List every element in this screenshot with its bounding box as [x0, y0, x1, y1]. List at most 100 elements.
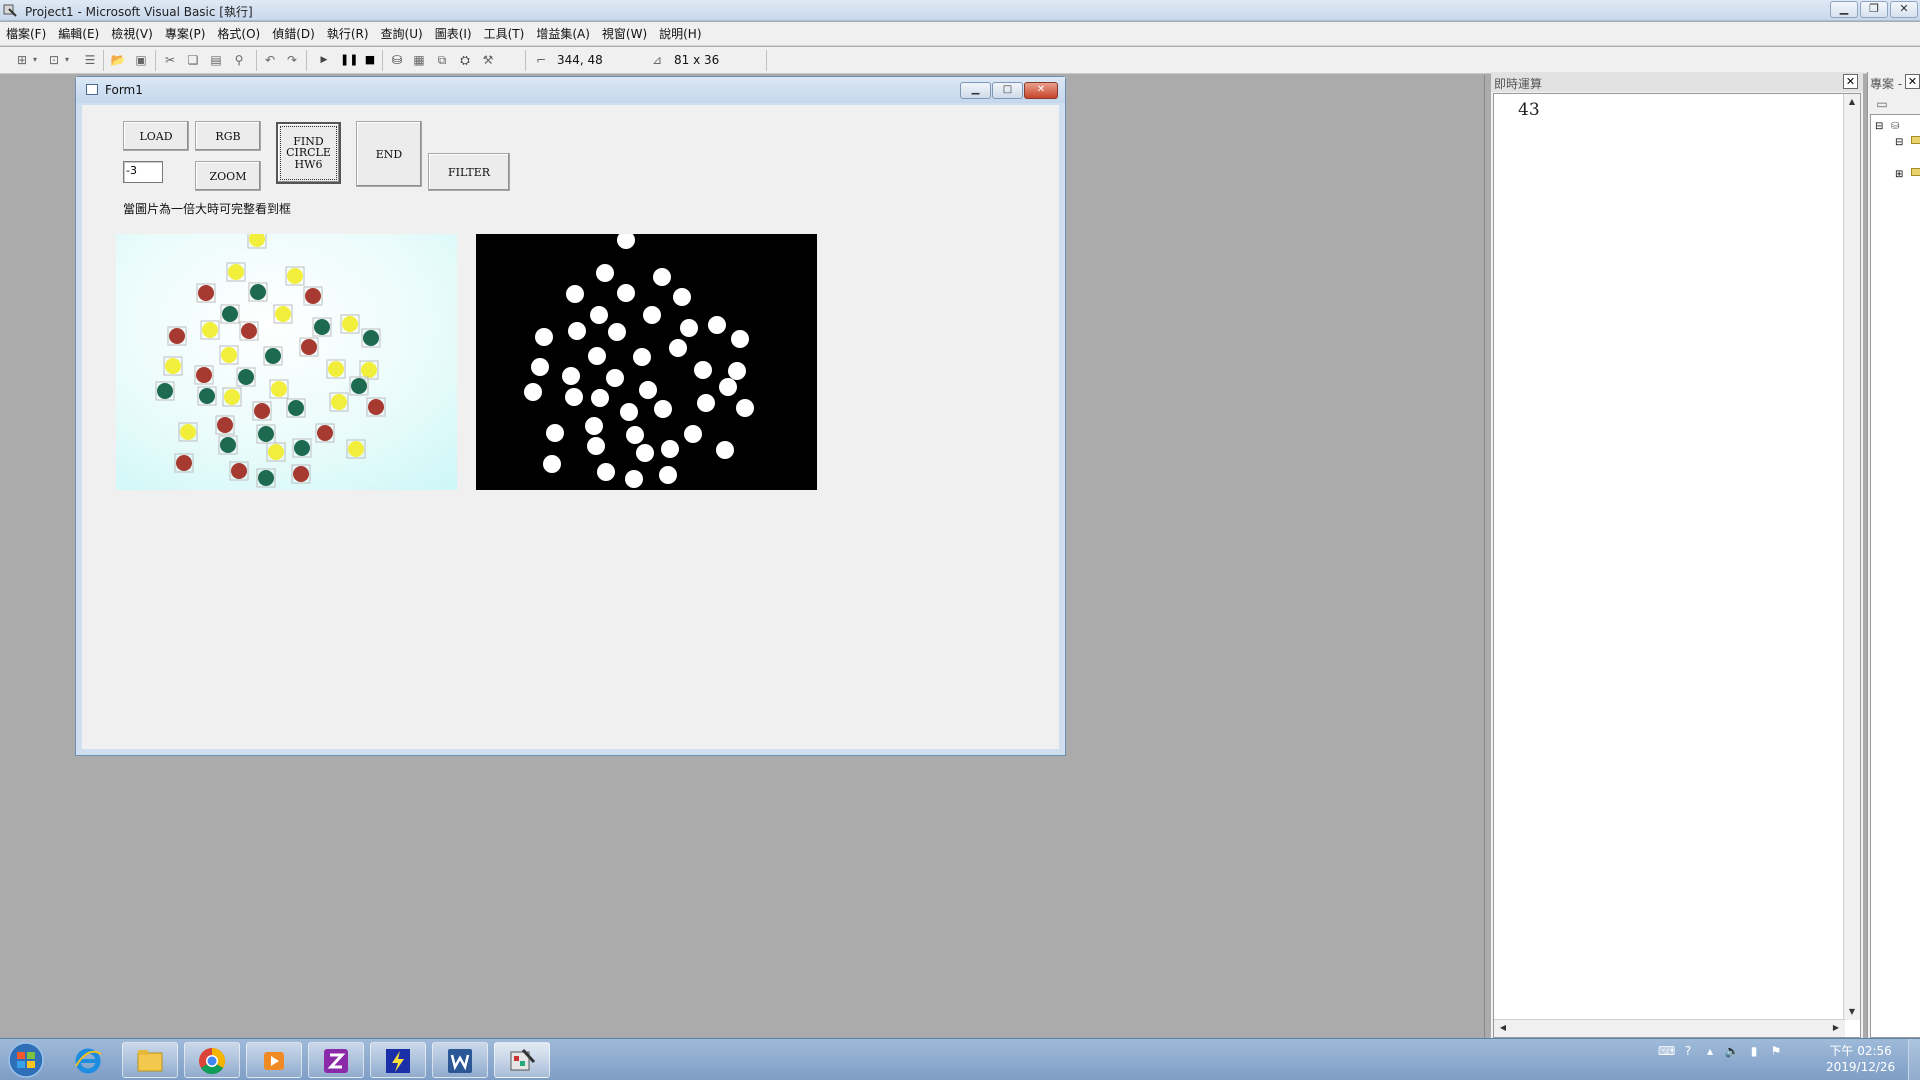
- taskbar-media[interactable]: [246, 1042, 302, 1078]
- white-blob: [617, 284, 635, 302]
- zoom-button[interactable]: ZOOM: [195, 161, 261, 191]
- menu-window[interactable]: 視窗(W): [602, 25, 647, 42]
- rgb-button[interactable]: RGB: [195, 121, 261, 151]
- taskbar-word[interactable]: [432, 1042, 488, 1078]
- toolbar-separator: [256, 50, 257, 71]
- white-blob: [590, 306, 608, 324]
- stop-icon[interactable]: ■: [362, 52, 378, 68]
- object-browser-icon[interactable]: ⛭: [457, 52, 473, 68]
- menu-project[interactable]: 專案(P): [165, 25, 206, 42]
- form1-titlebar[interactable]: Form1 ▁ □ ✕: [76, 77, 1065, 103]
- paste-icon[interactable]: ▤: [208, 52, 224, 68]
- cut-icon[interactable]: ✂: [162, 52, 178, 68]
- open-project-icon[interactable]: 📂: [110, 52, 126, 68]
- yellow-circle: [287, 268, 303, 284]
- taskbar-chrome[interactable]: [184, 1042, 240, 1078]
- menu-tools[interactable]: 工具(T): [484, 25, 525, 42]
- lightning-icon: [386, 1049, 410, 1073]
- end-button[interactable]: END: [356, 121, 422, 187]
- add-project-icon[interactable]: ⊞: [14, 52, 30, 68]
- scroll-up-icon[interactable]: ▲: [1845, 95, 1859, 109]
- value-textbox[interactable]: -3: [123, 161, 163, 183]
- load-button[interactable]: LOAD: [123, 121, 189, 151]
- menu-diagram[interactable]: 圖表(I): [435, 25, 472, 42]
- minimize-button[interactable]: ▁: [1830, 1, 1858, 18]
- project-tree[interactable]: ⊟ ⛁ ⊟ ⊞: [1870, 114, 1920, 1038]
- undo-icon[interactable]: ↶: [262, 52, 278, 68]
- form-minimize-button[interactable]: ▁: [960, 82, 991, 99]
- immediate-output-area[interactable]: 43 ▲ ▼ ◀ ▶: [1493, 93, 1861, 1038]
- yellow-circle: [361, 362, 377, 378]
- project-close-button[interactable]: ✕: [1905, 74, 1920, 89]
- scroll-down-icon[interactable]: ▼: [1845, 1005, 1859, 1019]
- taskbar-flash[interactable]: [370, 1042, 426, 1078]
- tree-collapse-icon[interactable]: ⊟: [1895, 137, 1903, 148]
- scroll-left-icon[interactable]: ◀: [1496, 1021, 1510, 1035]
- scroll-right-icon[interactable]: ▶: [1829, 1021, 1843, 1035]
- show-desktop-button[interactable]: [1908, 1039, 1920, 1080]
- immediate-vertical-scrollbar[interactable]: ▲ ▼: [1843, 94, 1860, 1020]
- green-circle: [222, 306, 238, 322]
- menu-run[interactable]: 執行(R): [327, 25, 369, 42]
- view-code-icon[interactable]: ▭: [1874, 96, 1890, 112]
- show-hidden-icons[interactable]: ▴: [1702, 1043, 1718, 1059]
- save-icon[interactable]: ▣: [133, 52, 149, 68]
- form-layout-icon[interactable]: ⧉: [434, 52, 450, 68]
- menu-format[interactable]: 格式(O): [217, 25, 260, 42]
- start-icon[interactable]: ▶: [316, 52, 332, 68]
- form-maximize-button[interactable]: □: [992, 82, 1023, 99]
- start-button[interactable]: [4, 1041, 48, 1079]
- help-icon[interactable]: ?: [1680, 1043, 1696, 1059]
- add-form-icon[interactable]: ⊡: [46, 52, 62, 68]
- menu-debug[interactable]: 偵錯(D): [272, 25, 315, 42]
- clock-time: 下午 02:56: [1829, 1044, 1892, 1058]
- form1-client: LOAD RGB -3 ZOOM FIND CIRCLE HW6 END FIL…: [82, 105, 1059, 749]
- keyboard-icon[interactable]: ⌨: [1658, 1043, 1675, 1059]
- taskbar-ie[interactable]: [60, 1042, 116, 1078]
- taskbar-app-z[interactable]: [308, 1042, 364, 1078]
- z-app-icon: [324, 1049, 348, 1073]
- immediate-horizontal-scrollbar[interactable]: ◀ ▶: [1494, 1019, 1845, 1037]
- yellow-circle: [228, 264, 244, 280]
- menu-edit[interactable]: 編輯(E): [58, 25, 99, 42]
- project-explorer: 專案 - ✕ ▭ ⊟ ⛁ ⊟ ⊞: [1867, 72, 1920, 1038]
- pause-icon[interactable]: ❚❚: [340, 52, 358, 68]
- dropdown-arrow-icon[interactable]: ▾: [30, 52, 40, 68]
- white-blob: [596, 264, 614, 282]
- project-title: 專案 -: [1870, 77, 1903, 91]
- taskbar-explorer[interactable]: [122, 1042, 178, 1078]
- copy-icon[interactable]: ❏: [185, 52, 201, 68]
- form-close-button[interactable]: ✕: [1024, 82, 1058, 99]
- find-icon[interactable]: ⚲: [231, 52, 247, 68]
- toolbar-separator: [525, 50, 526, 71]
- toolbar-separator: [155, 50, 156, 71]
- flag-icon[interactable]: ⚑: [1768, 1043, 1784, 1059]
- restore-button[interactable]: ❐: [1860, 1, 1888, 18]
- tree-collapse-icon[interactable]: ⊟: [1875, 121, 1883, 132]
- project-explorer-icon[interactable]: ⛁: [389, 52, 405, 68]
- taskbar-vb6[interactable]: [494, 1042, 550, 1078]
- menu-view[interactable]: 檢視(V): [111, 25, 153, 42]
- immediate-close-button[interactable]: ✕: [1843, 74, 1858, 89]
- menu-addins[interactable]: 增益集(A): [536, 25, 590, 42]
- network-icon[interactable]: ▮: [1746, 1043, 1762, 1059]
- tree-expand-icon[interactable]: ⊞: [1895, 169, 1903, 180]
- toolbox-icon[interactable]: ⚒: [480, 52, 496, 68]
- menu-editor-icon[interactable]: ☰: [82, 52, 98, 68]
- properties-window-icon[interactable]: ▦: [411, 52, 427, 68]
- redo-icon[interactable]: ↷: [284, 52, 300, 68]
- close-button[interactable]: ✕: [1890, 1, 1918, 18]
- menu-file[interactable]: 檔案(F): [6, 25, 46, 42]
- green-circle: [288, 400, 304, 416]
- clock[interactable]: 下午 02:56 2019/12/26: [1826, 1043, 1895, 1075]
- form1-window: Form1 ▁ □ ✕ LOAD RGB -3 ZOOM FIND CIRCLE…: [75, 76, 1066, 756]
- volume-icon[interactable]: 🔈: [1724, 1043, 1740, 1059]
- folder-icon: [1911, 168, 1920, 176]
- menu-query[interactable]: 查詢(U): [381, 25, 423, 42]
- dropdown-arrow-icon[interactable]: ▾: [62, 52, 72, 68]
- find-circle-button[interactable]: FIND CIRCLE HW6: [276, 122, 341, 184]
- vb6-icon: [510, 1048, 536, 1071]
- yellow-circle: [221, 347, 237, 363]
- filter-button[interactable]: FILTER: [428, 153, 510, 191]
- menu-help[interactable]: 說明(H): [659, 25, 701, 42]
